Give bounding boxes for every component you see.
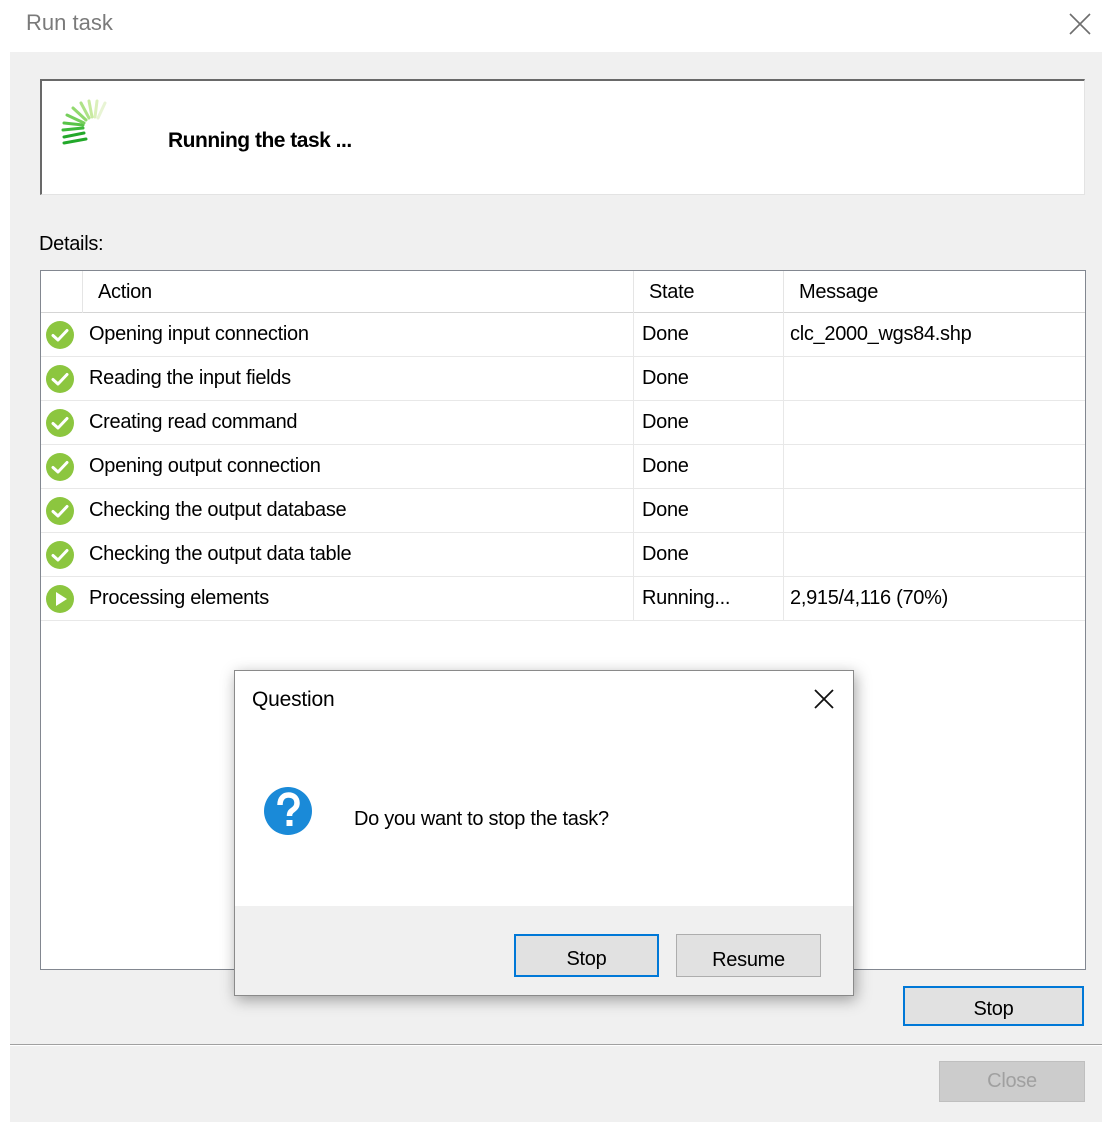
cell-action: Opening input connection xyxy=(83,313,634,357)
cell-message: 2,915/4,116 (70%) xyxy=(790,587,948,609)
cell-message xyxy=(784,357,1085,401)
check-circle-icon xyxy=(45,496,75,526)
cell-state: Done xyxy=(634,313,784,357)
dialog-stop-button[interactable]: Stop xyxy=(514,934,659,977)
header-action[interactable]: Action xyxy=(83,271,634,313)
spinner-icon xyxy=(56,95,126,155)
cell-action: Reading the input fields xyxy=(83,357,634,401)
stop-button[interactable]: Stop xyxy=(903,986,1084,1026)
cell-state: Done xyxy=(634,357,784,401)
cell-action: Creating read command xyxy=(83,401,634,445)
cell-message xyxy=(784,533,1085,577)
cell-state: Done xyxy=(634,445,784,489)
check-circle-icon xyxy=(45,452,75,482)
table-row[interactable]: Reading the input fields Done xyxy=(41,357,1085,401)
question-icon xyxy=(263,786,313,836)
dialog-close-icon[interactable] xyxy=(811,686,837,712)
cell-state: Done xyxy=(634,489,784,533)
close-button: Close xyxy=(939,1061,1085,1102)
cell-message xyxy=(784,489,1085,533)
cell-action: Checking the output database xyxy=(83,489,634,533)
table-row[interactable]: Checking the output data table Done xyxy=(41,533,1085,577)
cell-state: Running... xyxy=(634,577,784,621)
title-bar: Run task xyxy=(0,0,1102,52)
dialog-footer: Stop Resume xyxy=(235,906,853,995)
cell-state: Done xyxy=(634,401,784,445)
cell-state: Done xyxy=(634,533,784,577)
cell-message: clc_2000_wgs84.shp xyxy=(790,323,972,345)
cell-action: Checking the output data table xyxy=(83,533,634,577)
check-circle-icon xyxy=(45,540,75,570)
cell-message xyxy=(784,445,1085,489)
banner-message: Running the task ... xyxy=(168,129,352,152)
table-row[interactable]: Opening input connection Done clc_2000_w… xyxy=(41,313,1085,357)
header-state[interactable]: State xyxy=(634,271,784,313)
status-banner: Running the task ... xyxy=(40,79,1085,195)
dialog-question-text: Do you want to stop the task? xyxy=(354,808,609,830)
cell-action: Opening output connection xyxy=(83,445,634,489)
check-circle-icon xyxy=(45,364,75,394)
check-circle-icon xyxy=(45,320,75,350)
header-icon-column xyxy=(41,271,83,313)
window-title: Run task xyxy=(26,10,113,35)
dialog-title: Question xyxy=(252,688,335,711)
cell-message xyxy=(784,401,1085,445)
question-dialog[interactable]: Question Do you want to stop the task? S… xyxy=(234,670,854,996)
cell-action: Processing elements xyxy=(83,577,634,621)
table-row[interactable]: Processing elements Running... 2,915/4,1… xyxy=(41,577,1085,621)
play-circle-icon xyxy=(45,584,75,614)
table-row[interactable]: Checking the output database Done xyxy=(41,489,1085,533)
footer-divider xyxy=(10,1044,1102,1046)
grid-header: Action State Message xyxy=(41,271,1085,313)
table-row[interactable]: Creating read command Done xyxy=(41,401,1085,445)
window-close-icon[interactable] xyxy=(1066,10,1094,38)
dialog-resume-button[interactable]: Resume xyxy=(676,934,821,977)
header-message[interactable]: Message xyxy=(784,271,1085,313)
table-row[interactable]: Opening output connection Done xyxy=(41,445,1085,489)
details-label: Details: xyxy=(39,233,104,255)
check-circle-icon xyxy=(45,408,75,438)
